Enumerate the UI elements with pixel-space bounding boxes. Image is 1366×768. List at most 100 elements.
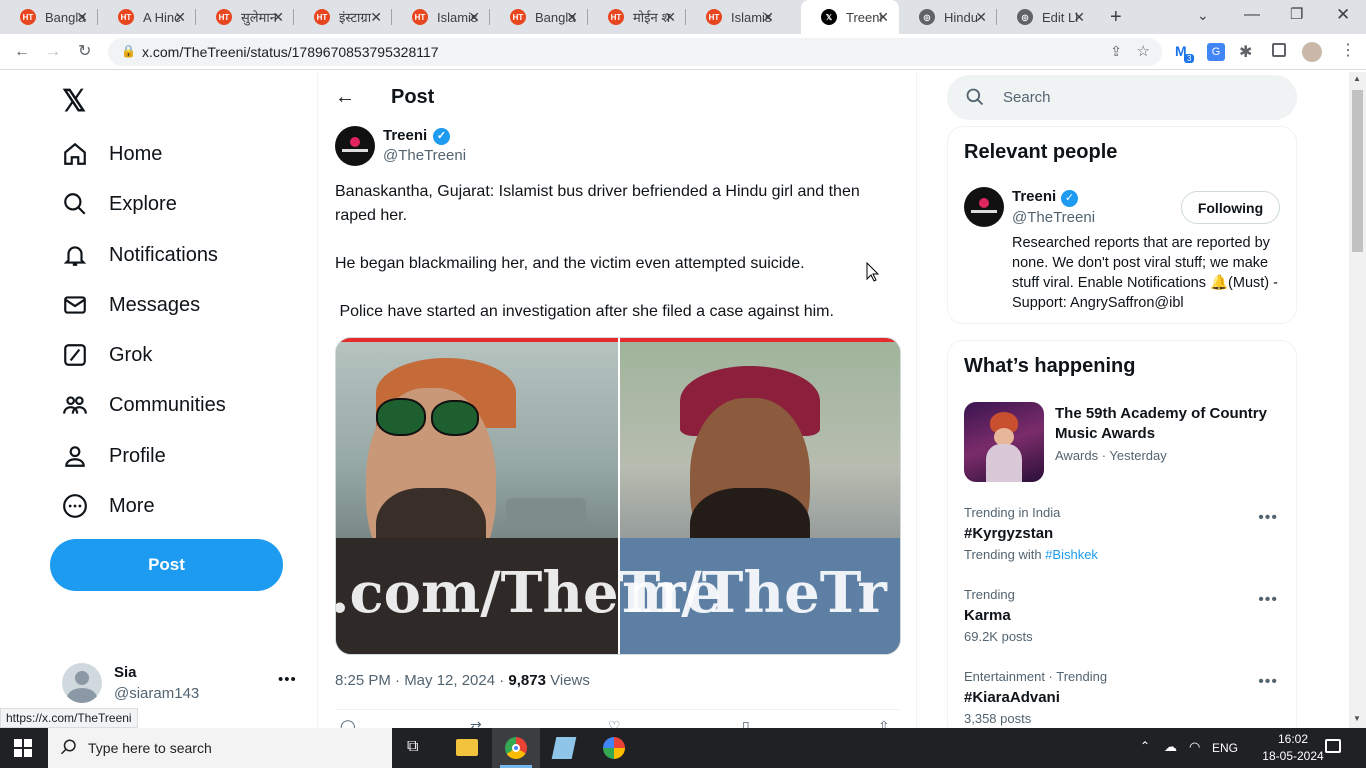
extensions-puzzle-icon[interactable]: ✱	[1239, 42, 1252, 62]
browser-tab[interactable]: HT सुलेमान ✕	[196, 0, 294, 34]
featured-trend-title[interactable]: The 59th Academy of Country Music Awards	[1055, 404, 1280, 444]
scrollbar-thumb[interactable]	[1352, 90, 1363, 252]
trend-item[interactable]: Trending in India #Kyrgyzstan Trending w…	[948, 501, 1296, 577]
scroll-up-icon[interactable]: ▲	[1353, 74, 1361, 83]
author-handle[interactable]: @TheTreeni	[383, 147, 466, 164]
taskbar-search-input[interactable]: Type here to search	[48, 728, 392, 768]
chrome-taskbar-button[interactable]	[492, 728, 540, 768]
sidebar-item-notifications[interactable]: Notifications	[62, 235, 218, 275]
close-window-icon[interactable]: ✕	[1336, 5, 1350, 25]
new-tab-icon[interactable]: +	[1110, 6, 1122, 29]
notifications-icon[interactable]	[1325, 739, 1341, 753]
hindutva-icon: HT	[20, 9, 36, 25]
browser-tab[interactable]: HT A Hinc ✕	[98, 0, 196, 34]
more-dots-icon[interactable]: •••	[1258, 591, 1278, 609]
browser-tab-active[interactable]: 𝕏 Treeni ✕	[801, 0, 899, 34]
address-bar[interactable]: 🔒 x.com/TheTreeni/status/178967085379532…	[108, 38, 1162, 66]
hindutva-icon: HT	[510, 9, 526, 25]
reply-icon[interactable]: ◯	[340, 718, 356, 728]
sidebar-item-messages[interactable]: Messages	[62, 285, 200, 325]
restore-icon[interactable]: ❐	[1290, 5, 1303, 23]
tweet-paragraph: Police have started an investigation aft…	[335, 303, 834, 320]
windows-start-icon[interactable]	[14, 739, 32, 757]
search-input[interactable]: Search	[947, 75, 1297, 120]
tab-search-icon[interactable]: ⌄	[1197, 7, 1209, 24]
featured-trend-image[interactable]	[964, 402, 1044, 482]
tweet-timestamp[interactable]: 8:25 PM · May 12, 2024 ·	[335, 672, 508, 689]
account-name: Sia	[114, 664, 137, 681]
sidebar-item-explore[interactable]: Explore	[62, 184, 177, 224]
card-title: Relevant people	[964, 141, 1118, 163]
browser-menu-icon[interactable]: ⋮	[1340, 40, 1356, 60]
language-indicator[interactable]: ENG	[1212, 741, 1238, 755]
person-handle[interactable]: @TheTreeni	[1012, 209, 1095, 226]
chrome-alt-icon[interactable]	[603, 737, 625, 759]
browser-tab[interactable]: ◎ Edit Li ✕	[997, 0, 1095, 34]
account-switcher[interactable]: Sia @siaram143 •••	[50, 653, 305, 713]
person-bio: Researched reports that are reported by …	[1012, 235, 1278, 311]
x-logo-icon[interactable]: 𝕏	[62, 84, 86, 119]
side-panel-icon[interactable]	[1272, 43, 1286, 57]
file-explorer-icon[interactable]	[456, 739, 478, 756]
more-dots-icon[interactable]: •••	[1258, 673, 1278, 691]
browser-tab[interactable]: HT Islamis ✕	[686, 0, 784, 34]
task-view-icon[interactable]: ⧉	[407, 738, 418, 756]
sidebar-item-home[interactable]: Home	[62, 134, 162, 174]
sidebar-item-label: Profile	[109, 444, 166, 467]
scroll-down-icon[interactable]: ▼	[1353, 714, 1361, 723]
back-icon[interactable]: ←	[14, 42, 30, 62]
author-avatar[interactable]	[335, 126, 375, 166]
post-button[interactable]: Post	[50, 539, 283, 591]
following-button[interactable]: Following	[1181, 191, 1280, 224]
clock-date[interactable]: 18-05-2024	[1256, 749, 1330, 763]
sidebar-item-communities[interactable]: Communities	[62, 385, 226, 425]
more-dots-icon[interactable]: •••	[1258, 509, 1278, 527]
close-tab-icon[interactable]: ✕	[370, 9, 382, 26]
wifi-icon[interactable]: ◠	[1189, 739, 1200, 755]
tweet-media[interactable]: .com/TheTre m/TheTr	[335, 337, 901, 655]
browser-tab[interactable]: HT Bangla ✕	[0, 0, 98, 34]
person-name[interactable]: Treeni	[1012, 188, 1056, 205]
close-tab-icon[interactable]: ✕	[762, 9, 774, 26]
profile-avatar-icon[interactable]	[1302, 42, 1322, 62]
more-dots-icon[interactable]: •••	[278, 671, 297, 688]
cloud-icon[interactable]: ☁	[1164, 739, 1177, 755]
forward-icon[interactable]: →	[45, 42, 61, 62]
bookmark-star-icon[interactable]: ☆	[1137, 42, 1150, 60]
close-tab-icon[interactable]: ✕	[468, 9, 480, 26]
bookmark-icon[interactable]: ▯	[742, 718, 750, 728]
browser-tab[interactable]: HT Bangla ✕	[490, 0, 588, 34]
like-icon[interactable]: ♡	[608, 718, 621, 728]
close-tab-icon[interactable]: ✕	[566, 9, 578, 26]
tray-chevron-icon[interactable]: ⌃	[1140, 739, 1150, 753]
share-tweet-icon[interactable]: ⇧	[878, 718, 890, 728]
clock-time[interactable]: 16:02	[1262, 732, 1324, 746]
close-tab-icon[interactable]: ✕	[174, 9, 186, 26]
trend-item[interactable]: Trending Karma 69.2K posts •••	[948, 583, 1296, 659]
browser-tab[interactable]: ◎ Hindu ✕	[899, 0, 997, 34]
share-icon[interactable]: ⇪	[1110, 43, 1122, 60]
close-tab-icon[interactable]: ✕	[76, 9, 88, 26]
close-tab-icon[interactable]: ✕	[1073, 9, 1085, 26]
close-tab-icon[interactable]: ✕	[664, 9, 676, 26]
repost-icon[interactable]: ⇄	[470, 718, 482, 728]
minimize-icon[interactable]: —	[1244, 6, 1260, 24]
avatar[interactable]	[964, 187, 1004, 227]
hindutva-icon: HT	[706, 9, 722, 25]
sidebar-item-grok[interactable]: Grok	[62, 335, 152, 375]
page-scrollbar[interactable]: ▲ ▼	[1349, 72, 1366, 728]
notepad-icon[interactable]	[551, 737, 577, 759]
close-tab-icon[interactable]: ✕	[272, 9, 284, 26]
trend-sub-link[interactable]: #Bishkek	[1045, 547, 1098, 562]
sidebar-item-more[interactable]: More	[62, 486, 155, 526]
browser-tab[interactable]: HT Islamis ✕	[392, 0, 490, 34]
close-tab-icon[interactable]: ✕	[975, 9, 987, 26]
translate-icon[interactable]: G	[1207, 43, 1225, 61]
close-tab-icon[interactable]: ✕	[877, 9, 889, 26]
browser-tab[interactable]: HT इंस्टाग्रा ✕	[294, 0, 392, 34]
reload-icon[interactable]: ↻	[78, 42, 91, 62]
back-arrow-icon[interactable]: ←	[335, 86, 355, 109]
author-name-row[interactable]: Treeni ✓	[383, 127, 450, 145]
sidebar-item-profile[interactable]: Profile	[62, 436, 166, 476]
browser-tab[interactable]: HT मोईन श ✕	[588, 0, 686, 34]
